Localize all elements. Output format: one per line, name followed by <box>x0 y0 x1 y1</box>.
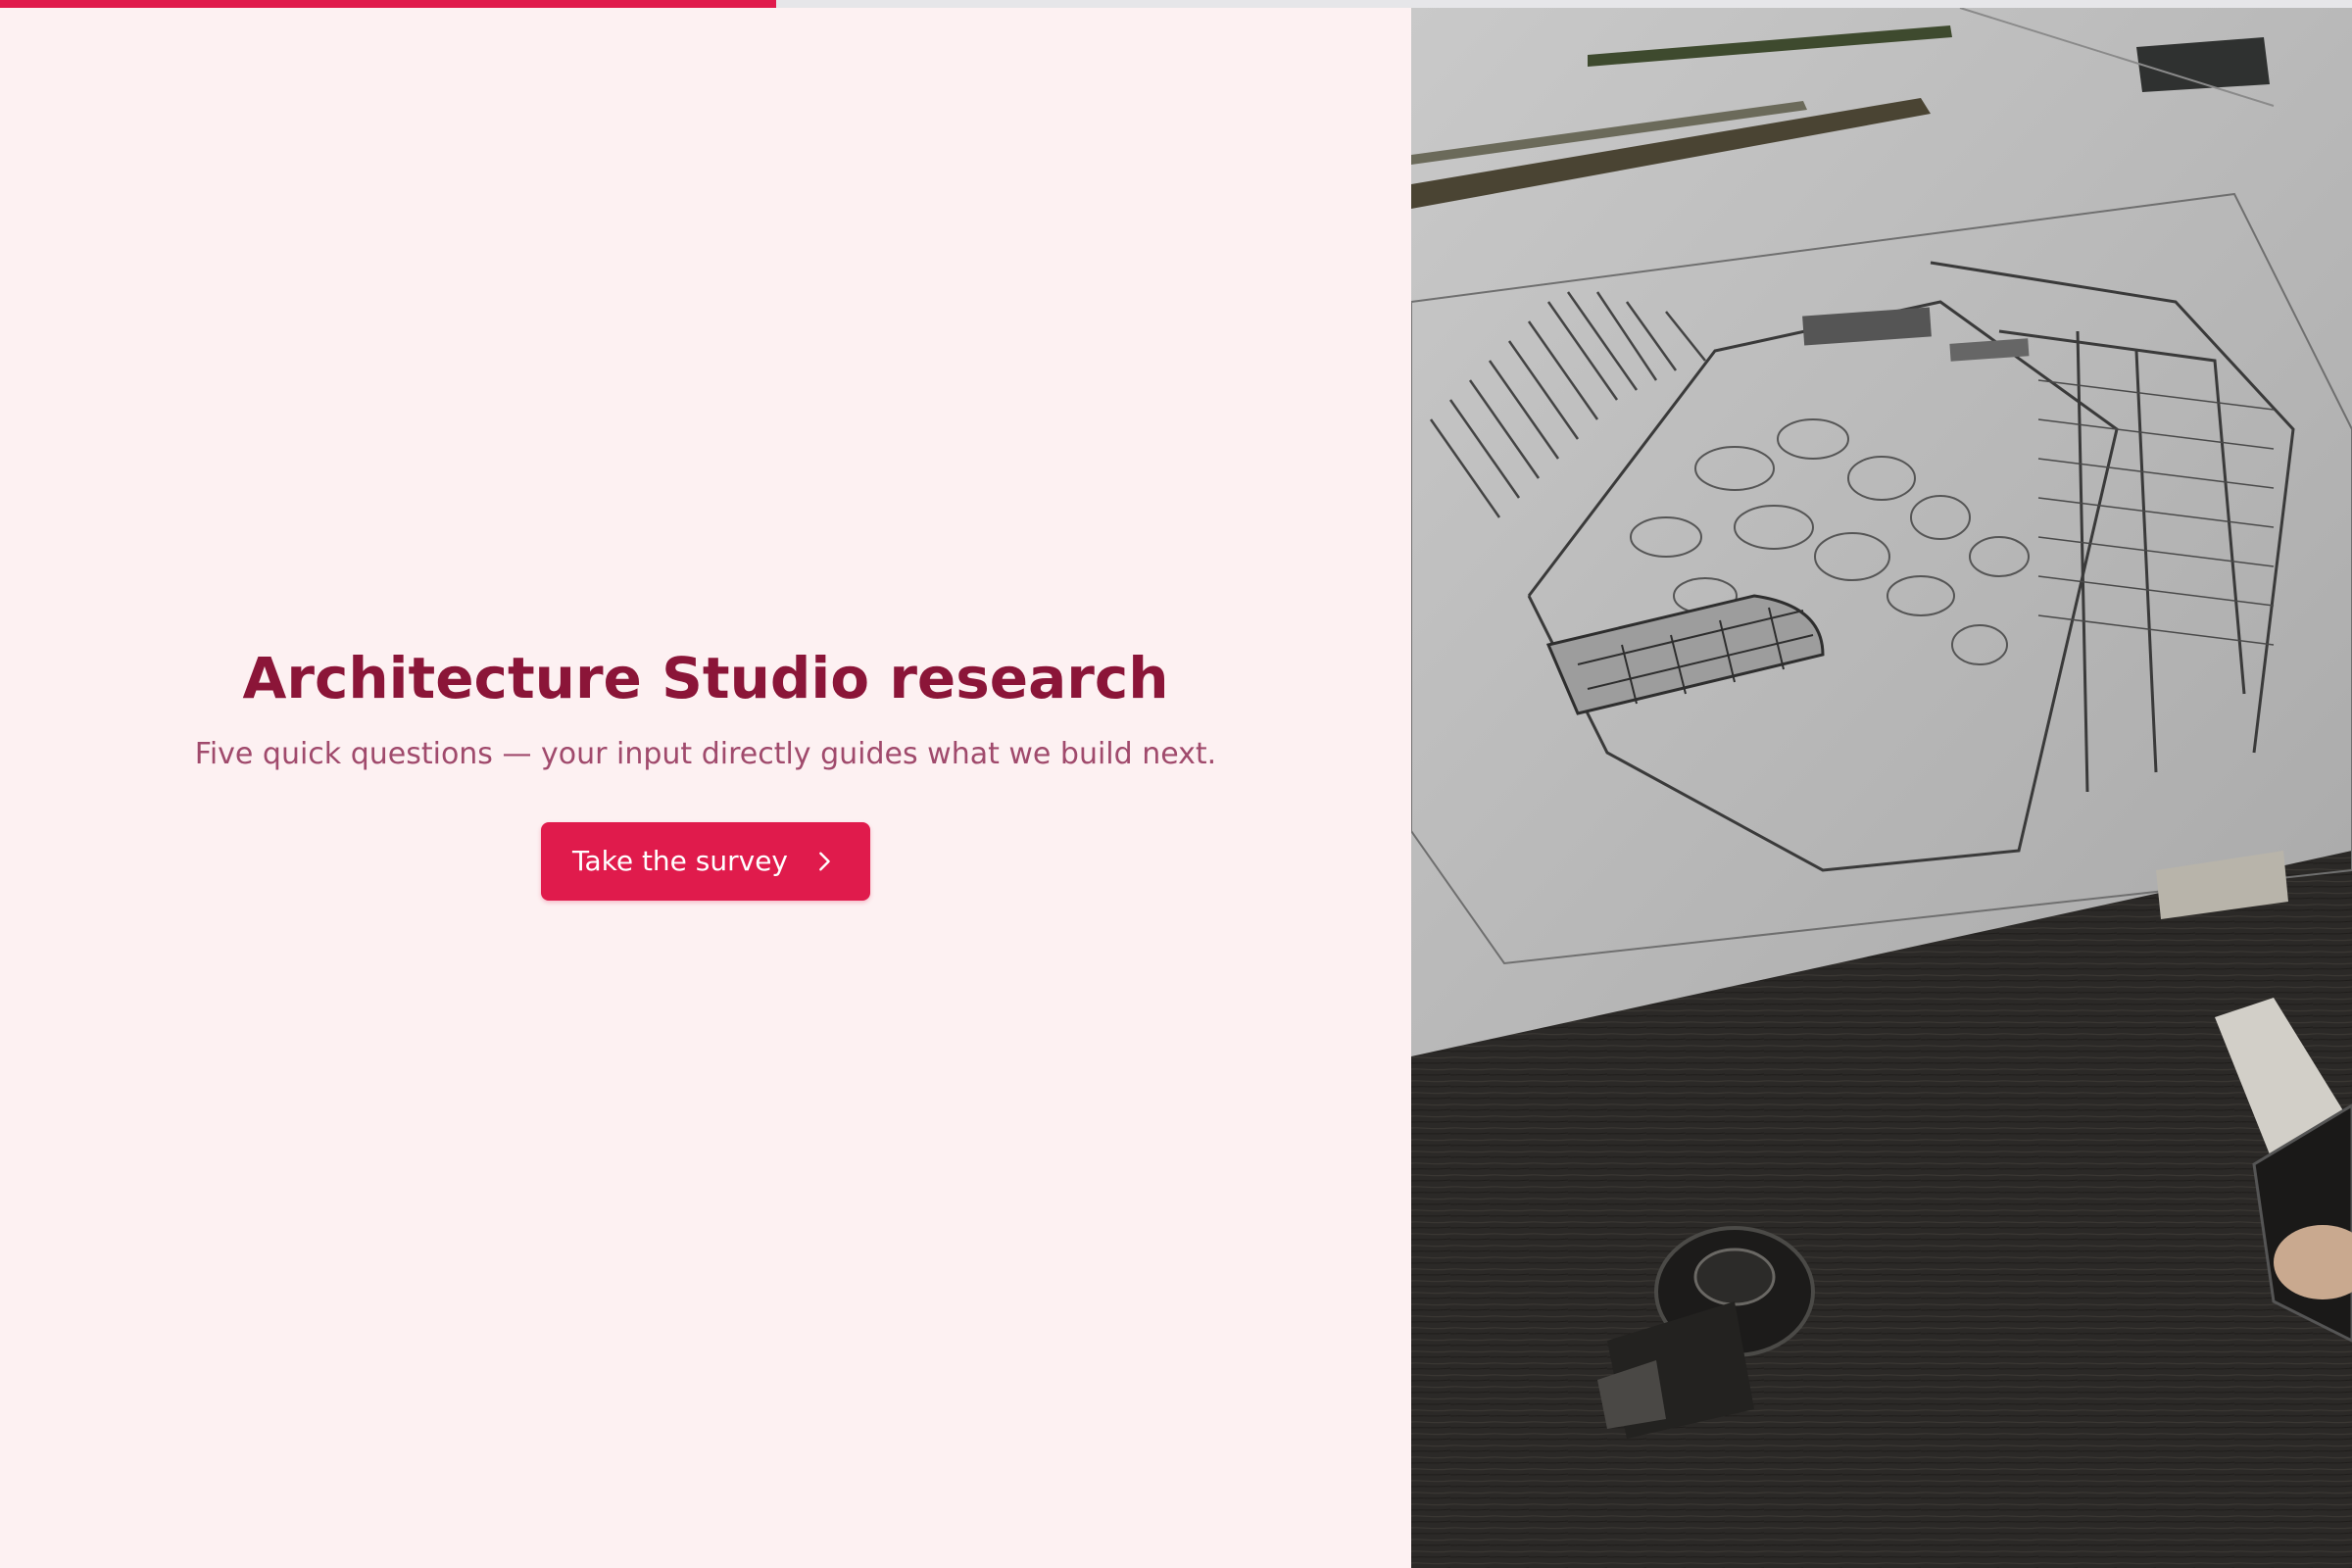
architecture-sketch-photo <box>1411 8 2352 1568</box>
page-subtitle: Five quick questions — your input direct… <box>194 736 1217 771</box>
progress-bar-fill <box>0 0 776 8</box>
take-survey-button[interactable]: Take the survey <box>540 821 871 901</box>
progress-bar <box>0 0 2352 8</box>
hero-section: Architecture Studio research Five quick … <box>0 645 1411 901</box>
intro-panel: Architecture Studio research Five quick … <box>0 8 1411 1568</box>
cover-image <box>1411 8 2352 1568</box>
chevron-right-icon <box>819 852 830 871</box>
page-title: Architecture Studio research <box>242 645 1169 711</box>
take-survey-button-label: Take the survey <box>571 845 789 878</box>
